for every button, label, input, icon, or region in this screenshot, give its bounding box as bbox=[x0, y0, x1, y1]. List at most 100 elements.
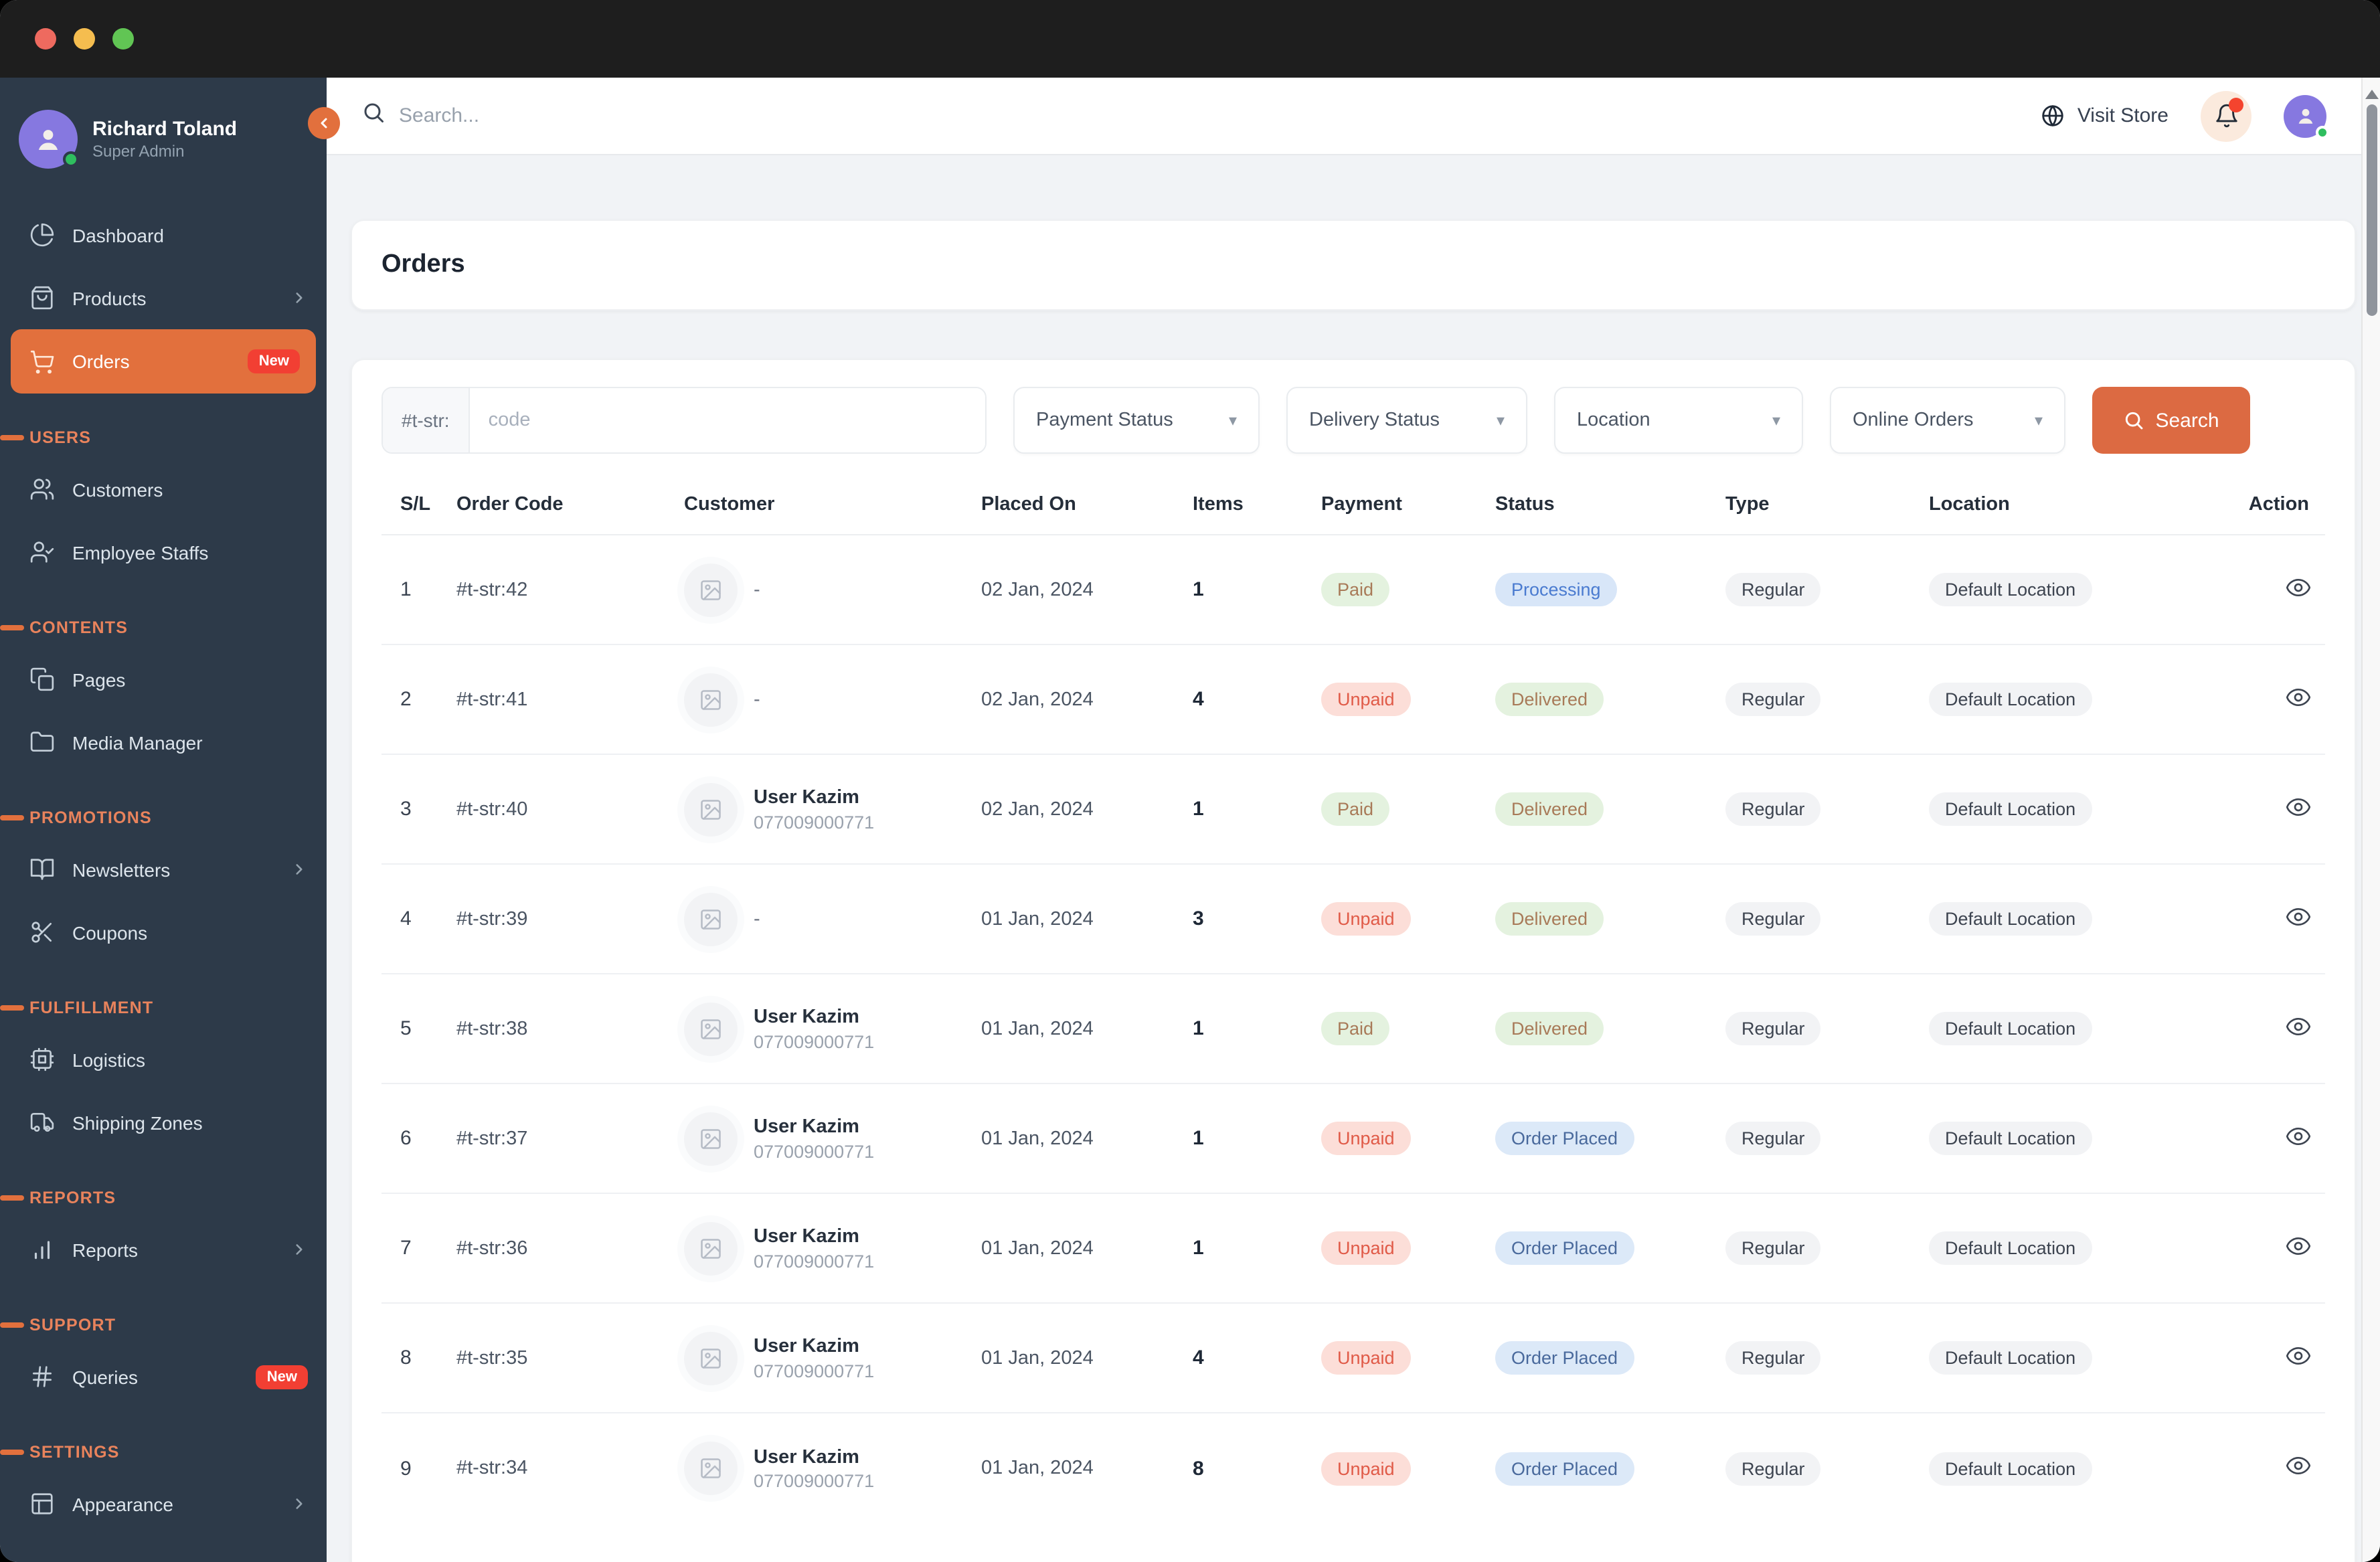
customer-cell: - bbox=[684, 563, 981, 616]
vertical-scrollbar[interactable] bbox=[2361, 78, 2380, 1562]
sidebar-item-customers[interactable]: Customers bbox=[0, 458, 327, 521]
sidebar-item-label: Newsletters bbox=[72, 859, 171, 880]
status-badge: Order Placed bbox=[1495, 1341, 1634, 1375]
filter-dropdown-payment-status[interactable]: Payment Status ▾ bbox=[1013, 387, 1260, 454]
section-header-reports: REPORTS bbox=[0, 1178, 327, 1218]
filter-dropdown-delivery-status[interactable]: Delivery Status ▾ bbox=[1286, 387, 1527, 454]
sidebar-item-newsletters[interactable]: Newsletters bbox=[0, 838, 327, 901]
column-header-status: Status bbox=[1495, 494, 1555, 515]
view-order-button[interactable] bbox=[2285, 574, 2312, 600]
payment-cell: Paid bbox=[1321, 792, 1495, 826]
action-cell bbox=[2239, 574, 2325, 606]
location-cell: Default Location bbox=[1929, 1341, 2239, 1375]
location-pill: Default Location bbox=[1929, 1341, 2092, 1375]
column-header-payment: Payment bbox=[1321, 494, 1402, 515]
payment-cell: Unpaid bbox=[1321, 1231, 1495, 1265]
order-code-cell: #t-str:41 bbox=[456, 689, 528, 710]
sidebar-item-media-manager[interactable]: Media Manager bbox=[0, 711, 327, 774]
search-button[interactable]: Search bbox=[2092, 387, 2250, 454]
image-placeholder-icon bbox=[684, 1331, 738, 1385]
layout-icon bbox=[29, 1491, 55, 1516]
page-title: Orders bbox=[381, 250, 465, 278]
notifications-button[interactable] bbox=[2201, 90, 2251, 141]
placed-on-cell: 01 Jan, 2024 bbox=[981, 1237, 1094, 1259]
sidebar-item-label: Queries bbox=[72, 1366, 139, 1387]
sidebar-item-shipping-zones[interactable]: Shipping Zones bbox=[0, 1091, 327, 1154]
customer-cell: User Kazim 077009000771 bbox=[684, 1112, 981, 1165]
serial-cell: 7 bbox=[400, 1237, 412, 1260]
order-row-6: 6 #t-str:37 User Kazim 077009000771 01 Jan, … bbox=[381, 1084, 2325, 1194]
sidebar-item-appearance[interactable]: Appearance bbox=[0, 1472, 327, 1535]
visit-store-link[interactable]: Visit Store bbox=[2040, 103, 2169, 128]
customer-cell: - bbox=[684, 892, 981, 946]
customer-cell: User Kazim 077009000771 bbox=[684, 1221, 981, 1275]
filters-bar: #t-str: Payment Status▾Delivery Status▾L… bbox=[381, 387, 2325, 454]
filter-dropdown-location[interactable]: Location ▾ bbox=[1554, 387, 1803, 454]
scroll-up-arrow[interactable] bbox=[2365, 90, 2378, 99]
payment-cell: Unpaid bbox=[1321, 683, 1495, 716]
location-pill: Default Location bbox=[1929, 1122, 2092, 1155]
view-order-button[interactable] bbox=[2285, 793, 2312, 820]
payment-badge: Paid bbox=[1321, 792, 1390, 826]
minimize-window-button[interactable] bbox=[74, 28, 95, 50]
view-order-button[interactable] bbox=[2285, 1232, 2312, 1259]
sidebar-item-queries[interactable]: Queries New bbox=[0, 1345, 327, 1408]
order-code-input[interactable] bbox=[469, 388, 985, 452]
action-cell bbox=[2239, 793, 2325, 825]
sidebar-item-logistics[interactable]: Logistics bbox=[0, 1028, 327, 1091]
user-menu-avatar[interactable] bbox=[2284, 94, 2329, 139]
section-dash bbox=[0, 815, 24, 820]
order-code-cell: #t-str:36 bbox=[456, 1237, 528, 1259]
bar-chart-icon bbox=[29, 1237, 55, 1262]
order-row-8: 8 #t-str:35 User Kazim 077009000771 01 Jan, … bbox=[381, 1304, 2325, 1413]
sidebar-item-employee-staffs[interactable]: Employee Staffs bbox=[0, 521, 327, 584]
sidebar-item-dashboard[interactable]: Dashboard bbox=[0, 203, 327, 266]
placed-on-cell: 01 Jan, 2024 bbox=[981, 1018, 1094, 1039]
table-header-row: S/L Order Code Customer Placed On Items Payme… bbox=[381, 486, 2325, 535]
customer-phone: 077009000771 bbox=[754, 1471, 875, 1492]
new-badge: New bbox=[248, 349, 300, 373]
dropdown-label: Online Orders bbox=[1853, 410, 1974, 431]
placed-on-cell: 01 Jan, 2024 bbox=[981, 1458, 1094, 1479]
close-window-button[interactable] bbox=[35, 28, 56, 50]
sidebar-item-orders[interactable]: Orders New bbox=[11, 329, 316, 394]
search-icon bbox=[2126, 412, 2143, 430]
filter-dropdown-online-orders[interactable]: Online Orders ▾ bbox=[1830, 387, 2065, 454]
sidebar-item-coupons[interactable]: Coupons bbox=[0, 901, 327, 964]
view-order-button[interactable] bbox=[2285, 903, 2312, 930]
profile-block[interactable]: Richard Toland Super Admin bbox=[0, 78, 340, 179]
chevron-right-icon bbox=[290, 861, 308, 878]
customer-name: User Kazim bbox=[754, 787, 859, 809]
dropdown-label: Delivery Status bbox=[1309, 410, 1440, 431]
view-order-button[interactable] bbox=[2285, 683, 2312, 710]
view-order-button[interactable] bbox=[2285, 1122, 2312, 1149]
action-cell bbox=[2239, 683, 2325, 715]
sidebar-item-reports[interactable]: Reports bbox=[0, 1218, 327, 1281]
order-row-9: 9 #t-str:34 User Kazim 077009000771 01 Jan, … bbox=[381, 1413, 2325, 1523]
view-order-button[interactable] bbox=[2285, 1452, 2312, 1479]
order-row-5: 5 #t-str:38 User Kazim 077009000771 01 Jan, … bbox=[381, 974, 2325, 1084]
zoom-window-button[interactable] bbox=[112, 28, 134, 50]
items-cell: 8 bbox=[1193, 1457, 1204, 1480]
global-search-input[interactable] bbox=[399, 104, 961, 127]
image-placeholder-icon bbox=[684, 892, 738, 946]
dropdown-label: Payment Status bbox=[1036, 410, 1173, 431]
caret-down-icon: ▾ bbox=[1496, 411, 1505, 430]
sidebar-item-products[interactable]: Products bbox=[0, 266, 327, 329]
view-order-button[interactable] bbox=[2285, 1342, 2312, 1369]
action-cell bbox=[2239, 1452, 2325, 1484]
section-dash bbox=[0, 1322, 24, 1327]
view-order-button[interactable] bbox=[2285, 1013, 2312, 1039]
scrollbar-thumb[interactable] bbox=[2366, 104, 2377, 316]
location-pill: Default Location bbox=[1929, 1452, 2092, 1485]
chip-icon bbox=[29, 1047, 55, 1072]
status-cell: Delivered bbox=[1495, 792, 1725, 826]
sidebar-collapse-button[interactable] bbox=[308, 107, 340, 139]
location-cell: Default Location bbox=[1929, 1452, 2239, 1485]
orders-table: S/L Order Code Customer Placed On Items Payme… bbox=[381, 486, 2325, 1523]
placed-on-cell: 02 Jan, 2024 bbox=[981, 579, 1094, 600]
status-badge: Delivered bbox=[1495, 792, 1604, 826]
sidebar-item-pages[interactable]: Pages bbox=[0, 648, 327, 711]
payment-cell: Unpaid bbox=[1321, 1122, 1495, 1155]
dropdown-label: Location bbox=[1577, 410, 1650, 431]
